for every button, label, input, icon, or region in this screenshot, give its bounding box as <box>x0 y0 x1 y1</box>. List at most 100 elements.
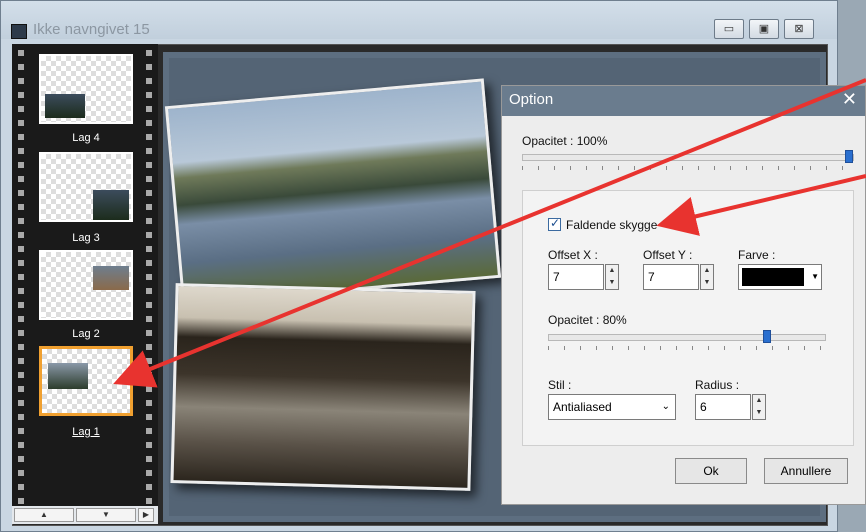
landscape-photo-1[interactable] <box>164 78 502 306</box>
style-select[interactable]: Antialiased ⌄ <box>548 394 676 420</box>
film-sprocket <box>146 246 152 252</box>
film-sprocket <box>18 428 24 434</box>
film-sprocket <box>18 162 24 168</box>
film-sprocket <box>146 358 152 364</box>
layer-scrollbar[interactable]: ▲ ▼ ▶ <box>12 506 158 524</box>
maximize-button[interactable]: ▣ <box>749 19 779 39</box>
shadow-opacity-label: Opacitet : 80% <box>548 313 627 327</box>
film-sprocket <box>146 442 152 448</box>
close-window-button[interactable]: ⊠ <box>784 19 814 39</box>
shadow-opacity-slider[interactable] <box>548 330 826 343</box>
scroll-down-button[interactable]: ▼ <box>76 508 136 522</box>
color-swatch <box>742 268 804 286</box>
film-sprocket <box>18 456 24 462</box>
maximize-icon: ▣ <box>758 23 770 35</box>
film-sprocket <box>146 330 152 336</box>
offset-y-spinner[interactable]: ▲ ▼ <box>700 264 714 290</box>
film-sprocket <box>146 92 152 98</box>
dialog-title-bar: Option ✕ <box>502 86 865 116</box>
film-sprocket <box>146 372 152 378</box>
film-sprocket <box>18 176 24 182</box>
dialog-title: Option <box>509 91 554 108</box>
dialog-close-icon[interactable]: ✕ <box>842 89 857 110</box>
film-sprocket <box>146 274 152 280</box>
shadow-opacity-ticks <box>548 346 824 350</box>
film-sprocket <box>146 106 152 112</box>
film-sprocket <box>18 302 24 308</box>
film-sprocket <box>146 260 152 266</box>
film-sprocket <box>18 204 24 210</box>
cancel-button[interactable]: Annullere <box>764 458 848 484</box>
film-sprocket <box>146 344 152 350</box>
film-sprocket <box>18 218 24 224</box>
film-sprocket <box>18 78 24 84</box>
radius-label: Radius : <box>695 378 740 392</box>
minimize-button[interactable]: ▭ <box>714 19 744 39</box>
film-sprocket <box>18 190 24 196</box>
ok-button[interactable]: Ok <box>675 458 747 484</box>
offset-x-field[interactable]: 7 <box>548 264 604 290</box>
film-sprocket <box>18 288 24 294</box>
window-title: Ikke navngivet 15 <box>33 21 150 38</box>
film-sprocket <box>146 400 152 406</box>
film-sprocket <box>18 470 24 476</box>
title-bar: Ikke navngivet 15 ▭ ▣ ⊠ <box>1 1 837 39</box>
film-sprocket <box>18 274 24 280</box>
film-sprocket <box>18 232 24 238</box>
opacity-slider-handle[interactable] <box>845 150 853 163</box>
opacity-slider-ticks <box>522 166 852 170</box>
film-sprocket <box>146 456 152 462</box>
film-sprocket <box>146 414 152 420</box>
film-sprocket <box>146 386 152 392</box>
film-sprocket <box>146 316 152 322</box>
film-sprocket <box>18 50 24 56</box>
film-sprocket <box>18 330 24 336</box>
film-sprocket <box>146 204 152 210</box>
offset-x-spinner[interactable]: ▲ ▼ <box>605 264 619 290</box>
layer-thumbnail-selected[interactable] <box>39 346 133 416</box>
layer-thumbnail[interactable] <box>39 250 133 320</box>
film-sprocket <box>146 64 152 70</box>
film-sprocket <box>18 246 24 252</box>
scroll-up-button[interactable]: ▲ <box>14 508 74 522</box>
layer-thumbnail[interactable] <box>39 54 133 124</box>
offset-x-label: Offset X : <box>548 248 598 262</box>
option-dialog: Option ✕ Opacitet : 100% Faldende skygge… <box>501 85 866 505</box>
film-sprocket <box>18 358 24 364</box>
radius-field[interactable]: 6 <box>695 394 751 420</box>
film-sprocket <box>18 386 24 392</box>
film-sprocket <box>146 176 152 182</box>
color-label: Farve : <box>738 248 776 262</box>
chevron-down-icon: ⌄ <box>661 401 670 412</box>
layer-label: Lag 2 <box>72 328 100 340</box>
landscape-photo-2[interactable] <box>170 283 476 491</box>
radius-spinner[interactable]: ▲ ▼ <box>752 394 766 420</box>
film-sprocket <box>146 134 152 140</box>
film-sprocket <box>18 134 24 140</box>
color-picker[interactable]: ▼ <box>738 264 822 290</box>
film-sprocket <box>146 428 152 434</box>
scroll-right-button[interactable]: ▶ <box>138 508 154 522</box>
film-sprocket <box>18 64 24 70</box>
style-select-value: Antialiased <box>553 400 612 414</box>
film-sprocket <box>146 120 152 126</box>
layer-thumbnail[interactable] <box>39 152 133 222</box>
opacity-slider[interactable] <box>522 150 854 163</box>
film-sprocket <box>146 498 152 504</box>
film-sprocket <box>18 372 24 378</box>
film-sprocket <box>146 302 152 308</box>
offset-y-field[interactable]: 7 <box>643 264 699 290</box>
film-sprocket <box>18 106 24 112</box>
shadow-group: Faldende skygge Offset X : 7 ▲▼ Offset Y… <box>522 190 854 446</box>
layer-label-selected: Lag 1 <box>72 426 100 438</box>
shadow-opacity-slider-handle[interactable] <box>763 330 772 343</box>
chevron-down-icon: ▼ <box>811 272 819 281</box>
film-sprocket <box>18 414 24 420</box>
film-sprocket <box>146 232 152 238</box>
style-label: Stil : <box>548 378 572 392</box>
drop-shadow-checkbox[interactable] <box>548 216 561 231</box>
film-sprocket <box>18 316 24 322</box>
film-sprocket <box>18 120 24 126</box>
layer-panel: Lag 4 Lag 3 Lag 2 Lag 1 <box>12 44 158 524</box>
film-sprocket <box>146 470 152 476</box>
